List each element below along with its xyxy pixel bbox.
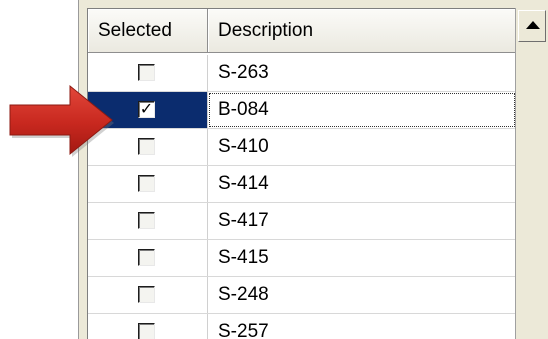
screenshot-stage: Selected Description S-263 ✓ B-084 S-410… (0, 0, 548, 339)
description-cell[interactable]: S-414 (208, 166, 516, 202)
table-row[interactable]: S-410 (88, 129, 516, 166)
row-checkbox[interactable] (138, 323, 155, 339)
table-row[interactable]: S-414 (88, 166, 516, 203)
selected-cell[interactable] (88, 203, 208, 239)
table-row[interactable]: S-415 (88, 240, 516, 277)
selected-cell[interactable] (88, 277, 208, 313)
row-checkbox[interactable] (138, 175, 155, 192)
grid-window: Selected Description S-263 ✓ B-084 S-410… (78, 0, 548, 339)
description-cell[interactable]: S-257 (208, 314, 516, 339)
grid-header: Selected Description (88, 9, 516, 55)
description-cell[interactable]: B-084 (208, 92, 516, 128)
table-row-active[interactable]: ✓ B-084 (88, 92, 516, 129)
table-row[interactable]: S-417 (88, 203, 516, 240)
selected-cell[interactable] (88, 166, 208, 202)
right-arrow-icon (9, 84, 114, 157)
scroll-up-button[interactable] (518, 10, 546, 42)
grid-rows: S-263 ✓ B-084 S-410 S-414 S-417 S-415 S-… (88, 55, 516, 339)
column-header-description[interactable]: Description (208, 9, 516, 53)
description-cell[interactable]: S-263 (208, 55, 516, 91)
table-row[interactable]: S-248 (88, 277, 516, 314)
description-cell[interactable]: S-410 (208, 129, 516, 165)
table-row[interactable]: S-257 (88, 314, 516, 339)
selection-grid: Selected Description S-263 ✓ B-084 S-410… (87, 8, 516, 339)
row-checkbox[interactable] (138, 249, 155, 266)
row-checkbox[interactable] (138, 212, 155, 229)
selected-cell[interactable] (88, 314, 208, 339)
row-checkbox[interactable] (138, 64, 155, 81)
column-header-selected[interactable]: Selected (88, 9, 208, 53)
vertical-scrollbar[interactable] (515, 8, 548, 339)
description-cell[interactable]: S-415 (208, 240, 516, 276)
row-checkbox[interactable] (138, 286, 155, 303)
row-checkbox[interactable] (138, 138, 155, 155)
table-row[interactable]: S-263 (88, 55, 516, 92)
scroll-up-arrow-icon (526, 21, 540, 29)
row-checkbox-checked[interactable]: ✓ (138, 101, 155, 118)
description-cell[interactable]: S-417 (208, 203, 516, 239)
selected-cell[interactable] (88, 240, 208, 276)
description-cell[interactable]: S-248 (208, 277, 516, 313)
